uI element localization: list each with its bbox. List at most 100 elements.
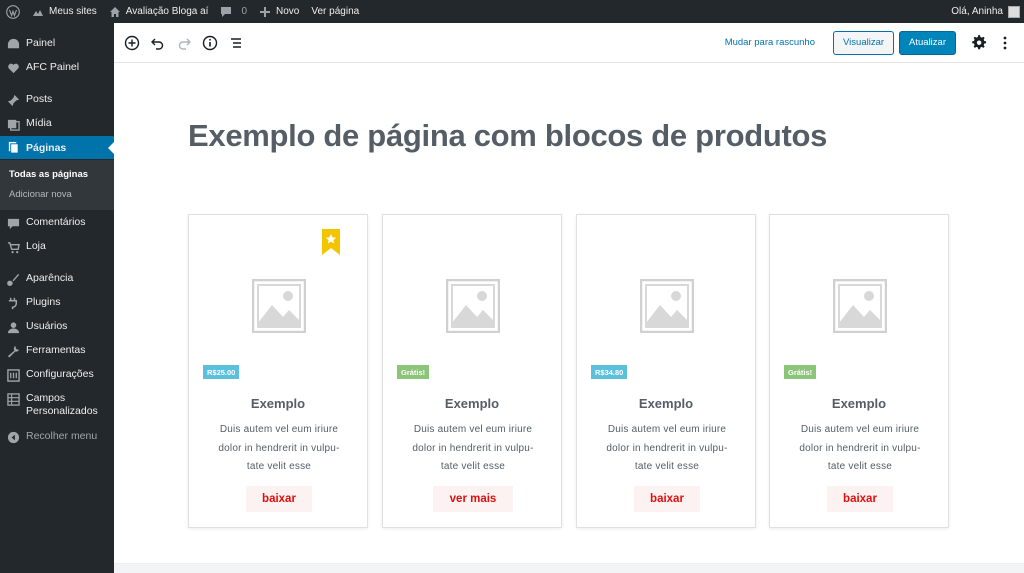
current-indicator <box>108 142 114 154</box>
product-description: Duis autem vel eum iriure dolor in hendr… <box>203 421 355 477</box>
switch-to-draft-link[interactable]: Mudar para rascunho <box>725 37 815 48</box>
plus-circle-icon <box>124 35 140 50</box>
view-page-link[interactable]: Ver página <box>305 0 365 23</box>
price-badge: R$34.80 <box>591 365 628 379</box>
avatar <box>1008 5 1020 18</box>
product-card[interactable]: R$34.80 Exemplo Duis autem vel eum iriur… <box>576 214 756 528</box>
info-icon <box>202 35 218 50</box>
price-badge: R$25.00 <box>203 365 240 379</box>
dashboard-icon <box>6 37 20 51</box>
download-button[interactable]: baixar <box>634 486 700 512</box>
greeting-label: Olá, Aninha <box>951 6 1003 17</box>
description-line: dolor in hendrerit in vulpu- <box>218 442 340 454</box>
description-line: Duis autem vel eum iriure <box>800 424 920 435</box>
sidebar-item-label: Mídia <box>26 117 52 129</box>
product-description: Duis autem vel eum iriure dolor in hendr… <box>784 421 936 477</box>
settings-icon <box>6 368 20 382</box>
sidebar-item-label: Painel <box>26 37 56 49</box>
product-title: Exemplo <box>444 396 500 411</box>
sidebar-item-configuracoes[interactable]: Configurações <box>0 368 114 382</box>
redo-button[interactable] <box>171 30 197 56</box>
product-card[interactable]: R$25.00 Exemplo Duis autem vel eum iriur… <box>188 214 368 528</box>
sidebar-item-label: Plugins <box>26 296 61 308</box>
sidebar-item-label: AFC Painel <box>26 61 80 73</box>
sidebar-item-afc-painel[interactable]: AFC Painel <box>0 61 114 75</box>
more-vertical-icon <box>1003 36 1007 49</box>
sidebar-item-plugins[interactable]: Plugins <box>0 296 114 310</box>
sidebar-item-label: Ferramentas <box>26 344 86 356</box>
collapse-icon <box>6 430 20 444</box>
brush-icon <box>6 272 20 286</box>
product-title: Exemplo <box>250 396 306 411</box>
sidebar-item-label: Comentários <box>26 216 86 228</box>
undo-button[interactable] <box>145 30 171 56</box>
sidebar-item-label: Aparência <box>26 272 74 284</box>
sidebar-item-loja[interactable]: Loja <box>0 240 114 254</box>
admin-sidebar: Painel AFC Painel Posts Mídia Páginas To… <box>0 23 114 573</box>
description-line: Duis autem vel eum iriure <box>219 424 339 435</box>
preview-button[interactable]: Visualizar <box>833 30 895 55</box>
description-line: dolor in hendrerit in vulpu- <box>412 442 534 454</box>
cart-icon <box>6 240 20 254</box>
comments-count: 0 <box>241 6 248 17</box>
settings-button[interactable] <box>966 30 992 56</box>
sidebar-item-label: Páginas <box>26 141 67 154</box>
content-info-button[interactable] <box>197 30 223 56</box>
my-sites-link[interactable]: Meus sites <box>26 0 103 23</box>
sidebar-item-campos-personalizados[interactable]: Campos Personalizados <box>0 392 114 418</box>
add-block-button[interactable] <box>119 30 145 56</box>
sidebar-item-label: Posts <box>26 93 53 105</box>
new-content-link[interactable]: Novo <box>253 0 305 23</box>
submenu-add-new[interactable]: Adicionar nova <box>9 189 72 200</box>
sidebar-item-paginas[interactable]: Páginas <box>0 136 114 159</box>
image-placeholder-icon <box>833 279 887 333</box>
new-label: Novo <box>276 6 300 17</box>
gear-icon <box>971 35 986 50</box>
sidebar-item-ferramentas[interactable]: Ferramentas <box>0 344 114 358</box>
description-line: dolor in hendrerit in vulpu- <box>606 442 728 454</box>
media-icon <box>6 117 20 131</box>
editor-footer <box>114 563 1024 573</box>
product-card[interactable]: Grátis! Exemplo Duis autem vel eum iriur… <box>382 214 562 528</box>
user-icon <box>6 320 20 334</box>
product-card[interactable]: Grátis! Exemplo Duis autem vel eum iriur… <box>769 214 949 528</box>
sidebar-item-painel[interactable]: Painel <box>0 37 114 51</box>
view-page-label: Ver página <box>311 6 360 17</box>
home-icon <box>109 6 120 17</box>
list-icon <box>231 37 241 48</box>
price-badge: Grátis! <box>784 365 817 379</box>
comments-link[interactable]: 0 <box>214 0 253 23</box>
plugin-icon <box>6 296 20 310</box>
sidebar-item-label: Usuários <box>26 320 68 332</box>
site-name-link[interactable]: Avaliação Bloga aí <box>103 0 215 23</box>
sidebar-item-aparencia[interactable]: Aparência <box>0 272 114 286</box>
image-placeholder-icon <box>640 279 694 333</box>
block-navigation-button[interactable] <box>223 30 249 56</box>
comment-icon <box>221 6 232 17</box>
update-button[interactable]: Atualizar <box>899 30 956 55</box>
bookmark-star-icon <box>322 229 340 255</box>
image-placeholder-icon <box>446 279 500 333</box>
sidebar-item-label: Personalizados <box>26 405 98 417</box>
sidebar-item-midia[interactable]: Mídia <box>0 117 114 131</box>
submenu-all-pages[interactable]: Todas as páginas <box>9 169 88 180</box>
download-button[interactable]: baixar <box>246 486 312 512</box>
editor-toolbar: Mudar para rascunho Visualizar Atualizar <box>114 23 1024 63</box>
wrench-icon <box>6 344 20 358</box>
product-description: Duis autem vel eum iriure dolor in hendr… <box>397 421 549 477</box>
sidebar-item-posts[interactable]: Posts <box>0 93 114 107</box>
more-tools-button[interactable] <box>992 30 1018 56</box>
download-button[interactable]: baixar <box>827 486 893 512</box>
account-menu[interactable]: Olá, Aninha <box>945 0 1024 23</box>
page-title[interactable]: Exemplo de página com blocos de produtos <box>188 118 827 154</box>
sidebar-item-comentarios[interactable]: Comentários <box>0 216 114 230</box>
sidebar-item-usuarios[interactable]: Usuários <box>0 320 114 334</box>
redo-icon <box>178 38 191 50</box>
toolbar-right: Mudar para rascunho Visualizar Atualizar <box>725 30 1024 56</box>
product-description: Duis autem vel eum iriure dolor in hendr… <box>591 421 743 477</box>
pages-submenu: Todas as páginas Adicionar nova <box>0 160 114 210</box>
collapse-menu-button[interactable]: Recolher menu <box>0 430 114 444</box>
image-placeholder-icon <box>252 279 306 333</box>
see-more-button[interactable]: ver mais <box>433 486 513 512</box>
wordpress-logo-icon[interactable] <box>0 0 26 23</box>
